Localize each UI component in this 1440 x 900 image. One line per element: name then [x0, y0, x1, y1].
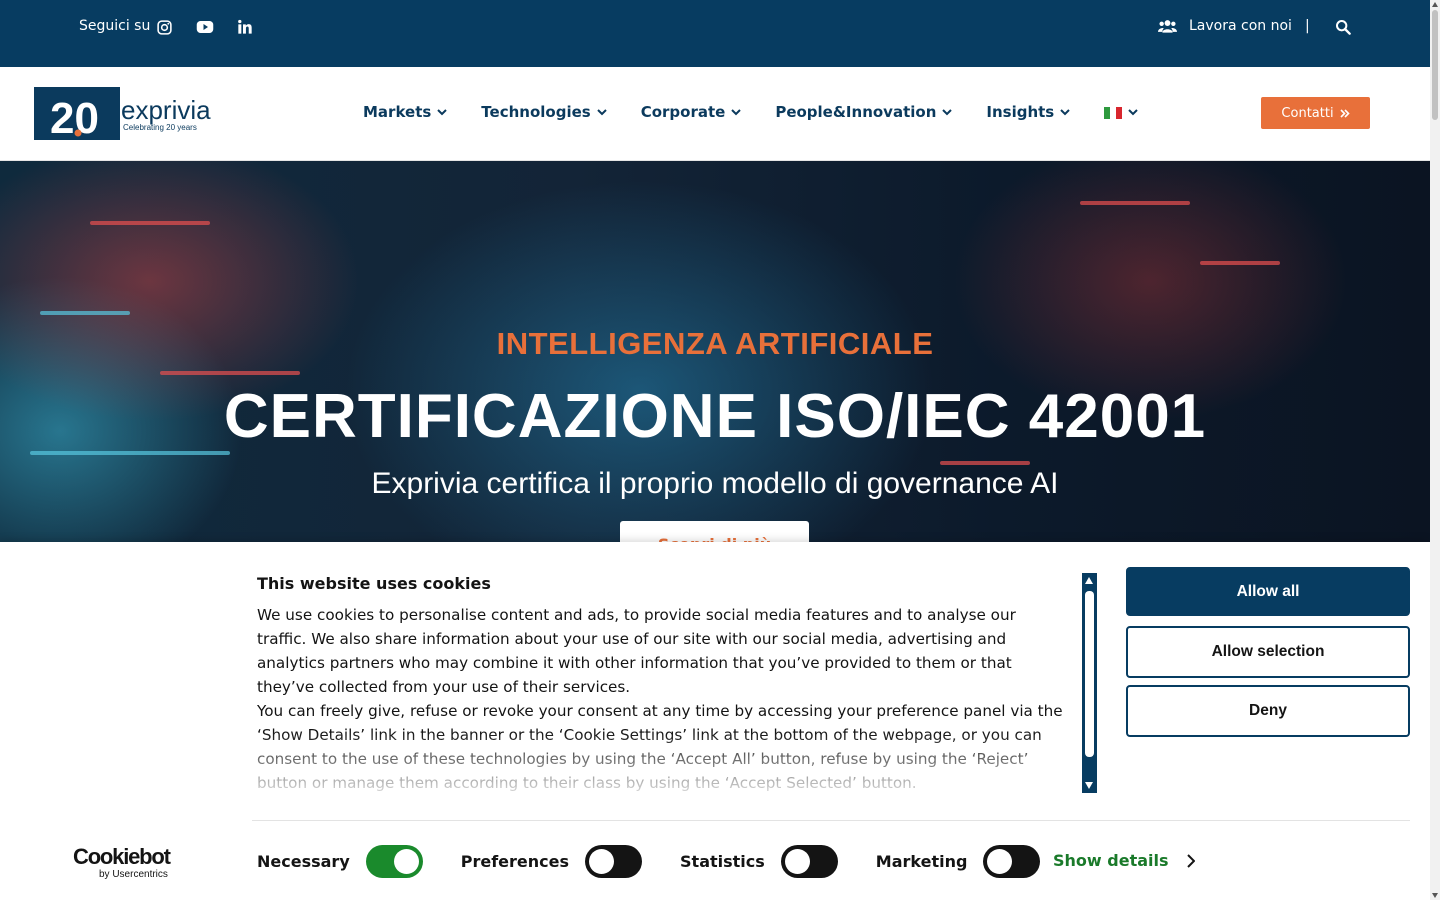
necessary-switch[interactable] [365, 844, 423, 878]
cookiebot-logo[interactable]: Cookiebot by Usercentrics [73, 844, 177, 881]
hero-decoration [90, 221, 210, 225]
search-icon[interactable] [1335, 19, 1353, 37]
linkedin-icon[interactable] [235, 17, 255, 37]
italian-flag-icon [1104, 106, 1123, 119]
users-icon [1158, 20, 1177, 33]
chevron-down-icon [731, 108, 742, 115]
chevron-right-icon [1186, 853, 1195, 868]
language-selector[interactable] [1104, 104, 1138, 121]
nav-label: Insights [986, 103, 1055, 121]
hero-banner: INTELLIGENZA ARTIFICIALE CERTIFICAZIONE … [0, 161, 1430, 542]
switch-knob [784, 848, 810, 874]
toggle-label: Necessary [257, 851, 350, 871]
switch-knob [589, 848, 615, 874]
contact-label: Contatti [1281, 105, 1334, 121]
logo-brand: exprivia [121, 95, 211, 125]
toggle-necessary: Necessary [257, 844, 423, 878]
cookie-paragraph: We use cookies to personalise content an… [257, 606, 1016, 696]
hero-decoration [1200, 261, 1280, 265]
youtube-icon[interactable] [195, 17, 215, 37]
show-details-link[interactable]: Show details [1053, 851, 1195, 870]
top-utility-bar: Seguici su Lavora con noi | [0, 0, 1430, 67]
toggle-statistics: Statistics [680, 844, 838, 878]
preferences-switch[interactable] [585, 844, 643, 878]
work-with-us-label: Lavora con noi [1189, 18, 1292, 34]
hero-kicker: INTELLIGENZA ARTIFICIALE [496, 326, 934, 361]
nav-markets[interactable]: Markets [363, 103, 448, 121]
toggle-label: Marketing [875, 851, 968, 871]
switch-knob [393, 848, 419, 874]
nav-insights[interactable]: Insights [986, 103, 1070, 121]
hero-decoration [160, 371, 300, 375]
logo-tagline: Celebrating 20 years [123, 123, 197, 132]
toggle-label: Statistics [680, 851, 765, 871]
toggle-label: Preferences [460, 851, 570, 871]
hero-decoration [940, 461, 1030, 465]
nav-label: Corporate [640, 103, 726, 121]
allow-selection-button[interactable]: Allow selection [1126, 626, 1410, 678]
switch-knob [987, 848, 1013, 874]
hero-decoration [40, 311, 130, 315]
nav-label: People&Innovation [775, 103, 937, 121]
chevron-down-icon [942, 108, 953, 115]
page-scrollbar[interactable] [1430, 0, 1440, 900]
cookie-consent-banner: This website uses cookies We use cookies… [0, 542, 1430, 900]
toggle-preferences: Preferences [460, 844, 643, 878]
nav-people-innovation[interactable]: People&Innovation [775, 103, 953, 121]
scroll-up-arrow-icon[interactable] [1085, 577, 1093, 584]
logo-number: 20 [50, 94, 99, 141]
hero-subtitle: Exprivia certifica il proprio modello di… [371, 467, 1059, 500]
page-scrollbar-thumb[interactable] [1432, 10, 1438, 120]
toggle-marketing: Marketing [875, 844, 1041, 878]
cookie-text-scrollbar[interactable] [1082, 573, 1097, 793]
chevron-down-icon [1128, 109, 1138, 116]
nav-corporate[interactable]: Corporate [641, 103, 742, 121]
follow-us-label: Seguici su [79, 18, 151, 34]
double-chevron-right-icon [1339, 108, 1350, 118]
chevron-down-icon [1060, 108, 1070, 115]
text-fade-overlay [257, 732, 1069, 794]
contact-button[interactable]: Contatti [1261, 97, 1370, 129]
main-header: 20 exprivia Celebrating 20 years Markets… [0, 67, 1430, 161]
topbar-separator: | [1305, 18, 1310, 34]
hero-title: CERTIFICAZIONE ISO/IEC 42001 [223, 382, 1207, 451]
nav-label: Technologies [481, 103, 591, 121]
exprivia-logo[interactable]: 20 exprivia Celebrating 20 years [34, 87, 254, 143]
scroll-up-arrow-icon[interactable] [1432, 2, 1438, 7]
main-navigation: Markets Technologies Corporate People&In… [363, 103, 1172, 121]
marketing-switch[interactable] [983, 844, 1041, 878]
instagram-icon[interactable] [154, 17, 174, 37]
nav-technologies[interactable]: Technologies [481, 103, 607, 121]
consent-toggles: Necessary Preferences Statistics Marketi… [257, 844, 1078, 878]
cookie-heading: This website uses cookies [257, 574, 491, 593]
nav-label: Markets [363, 103, 432, 121]
work-with-us-link[interactable]: Lavora con noi [1158, 18, 1292, 34]
hero-cta-button[interactable]: Scopri di più [620, 521, 809, 542]
show-details-label: Show details [1053, 851, 1169, 870]
cookiebot-brand: Cookiebot [73, 844, 171, 869]
chevron-down-icon [596, 108, 607, 115]
statistics-switch[interactable] [780, 844, 838, 878]
scroll-down-arrow-icon[interactable] [1085, 782, 1093, 789]
scroll-down-arrow-icon[interactable] [1432, 893, 1438, 898]
scrollbar-thumb[interactable] [1085, 591, 1094, 757]
deny-button[interactable]: Deny [1126, 685, 1410, 737]
allow-all-button[interactable]: Allow all [1126, 567, 1410, 616]
cookie-divider [252, 820, 1410, 821]
hero-decoration [1080, 201, 1190, 205]
cookiebot-byline: by Usercentrics [99, 869, 168, 880]
chevron-down-icon [437, 108, 448, 115]
